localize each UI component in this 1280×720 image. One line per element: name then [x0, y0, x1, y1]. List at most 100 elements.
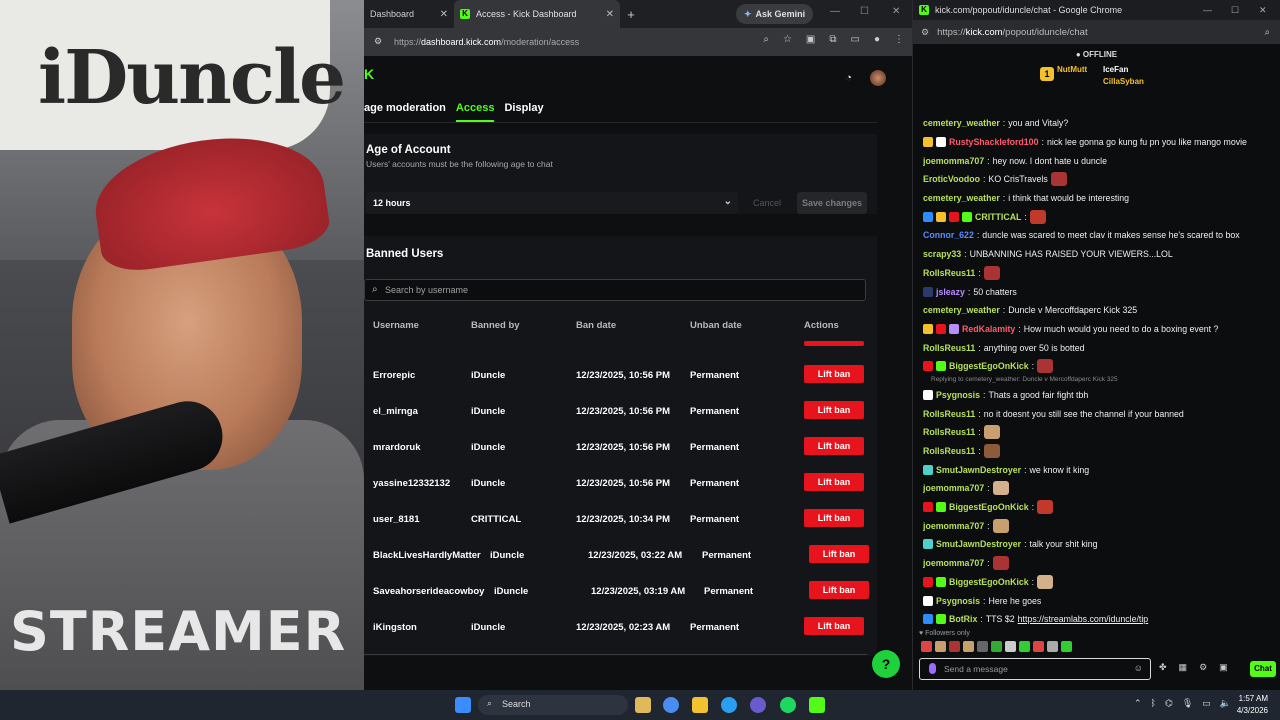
calendar-icon[interactable]: ▦ [1179, 662, 1188, 673]
microphone-icon[interactable]: 🎙 [1182, 698, 1193, 709]
emote-icon[interactable] [991, 641, 1002, 652]
image-icon[interactable]: ▣ [1219, 662, 1228, 673]
banned-user-search-input[interactable]: ⌕ Search by username [364, 279, 866, 301]
lift-ban-button[interactable]: Lift ban [804, 617, 864, 635]
puzzle-icon[interactable]: ⧉ [829, 34, 836, 45]
chat-username[interactable]: joemomma707 [923, 482, 984, 494]
chat-username[interactable]: Psygnosis [936, 389, 980, 401]
lift-ban-button[interactable]: Lift ban [804, 473, 864, 491]
chat-username[interactable]: RollsReus11 [923, 342, 975, 354]
menu-icon[interactable]: ⋮ [894, 34, 904, 45]
emote-icon[interactable] [1019, 641, 1030, 652]
third-gifter-name[interactable]: CillaSyban [1103, 77, 1144, 86]
chat-username[interactable]: joemomma707 [923, 155, 984, 167]
chat-username[interactable]: RollsReus11 [923, 426, 975, 438]
chat-username[interactable]: CRITTICAL [975, 211, 1021, 223]
chat-link[interactable]: https://streamlabs.com/iduncle/tip [1018, 613, 1149, 625]
profile-icon[interactable]: ● [874, 34, 880, 45]
ask-gemini-button[interactable]: ✦ Ask Gemini [736, 4, 814, 24]
chat-username[interactable]: BiggestEgoOnKick [949, 576, 1029, 588]
windows-start-icon[interactable] [455, 697, 471, 713]
help-chat-button[interactable]: ? [872, 650, 900, 678]
emote-icon[interactable] [1033, 641, 1044, 652]
chat-address-bar[interactable]: ⚙ https://kick.com/popout/iduncle/chat ⌕ [913, 20, 1280, 44]
emote-icon[interactable] [1005, 641, 1016, 652]
chat-username[interactable]: jsleazy [936, 286, 965, 298]
chat-url-text[interactable]: https://kick.com/popout/iduncle/chat [937, 27, 1088, 38]
lift-ban-button[interactable]: Lift ban [809, 545, 869, 563]
emote-icon[interactable] [1047, 641, 1058, 652]
lift-ban-button[interactable]: Lift ban [804, 365, 864, 383]
send-chat-button[interactable]: Chat [1250, 661, 1276, 677]
avatar[interactable] [870, 70, 886, 86]
close-window-icon[interactable]: ✕ [1259, 5, 1267, 16]
kick-app-icon[interactable] [809, 697, 825, 713]
chat-username[interactable]: SmutJawnDestroyer [936, 464, 1021, 476]
minimize-icon[interactable]: — [830, 6, 840, 17]
chevron-up-icon[interactable]: ⌃ [1134, 698, 1142, 709]
close-icon[interactable]: ✕ [606, 9, 614, 20]
maximize-icon[interactable]: ☐ [1231, 5, 1239, 16]
chat-username[interactable]: cemetery_weather [923, 117, 1000, 129]
chat-username[interactable]: EroticVoodoo [923, 173, 980, 185]
copilot-icon[interactable] [635, 697, 651, 713]
chat-username[interactable]: cemetery_weather [923, 304, 1000, 316]
tab-message-moderation[interactable]: age moderation [364, 102, 446, 122]
emote-icon[interactable] [921, 641, 932, 652]
top-gifter-name[interactable]: NutMutt [1057, 65, 1087, 74]
volume-icon[interactable]: 🔈 [1220, 698, 1231, 709]
chat-username[interactable]: RollsReus11 [923, 408, 975, 420]
close-icon[interactable]: ✕ [440, 9, 448, 20]
edge-icon[interactable] [721, 697, 737, 713]
chat-username[interactable]: RollsReus11 [923, 267, 975, 279]
bluetooth-icon[interactable]: ᛒ [1151, 698, 1156, 709]
chat-username[interactable]: RustyShackleford100 [949, 136, 1038, 148]
chat-username[interactable]: cemetery_weather [923, 192, 1000, 204]
emote-icon[interactable] [935, 641, 946, 652]
save-changes-button[interactable]: Save changes [797, 192, 867, 214]
taskbar-search[interactable]: ⌕ Search [478, 695, 628, 715]
site-info-icon[interactable]: ⚙ [374, 36, 382, 47]
chat-username[interactable]: BiggestEgoOnKick [949, 501, 1029, 513]
tab-display[interactable]: Display [504, 102, 543, 122]
chat-username[interactable]: BiggestEgoOnKick [949, 360, 1029, 372]
bookmark-star-icon[interactable]: ☆ [783, 34, 792, 45]
chat-username[interactable]: Connor_622 [923, 229, 974, 241]
cancel-button[interactable]: Cancel [748, 192, 786, 214]
url-text[interactable]: https://dashboard.kick.com/moderation/ac… [394, 37, 579, 47]
discord-icon[interactable] [750, 697, 766, 713]
chat-username[interactable]: RollsReus11 [923, 445, 975, 457]
maximize-icon[interactable]: ☐ [860, 6, 869, 17]
site-info-icon[interactable]: ⚙ [921, 27, 929, 38]
chat-username[interactable]: RedKalamity [962, 323, 1015, 335]
lift-ban-button[interactable]: Lift ban [804, 509, 864, 527]
zoom-icon[interactable]: ⌕ [763, 34, 769, 45]
lift-ban-button[interactable]: Lift ban [809, 581, 869, 599]
chrome-icon[interactable] [663, 697, 679, 713]
tab-dashboard[interactable]: Dashboard ✕ [364, 0, 454, 28]
emoji-icon[interactable]: ☺ [1134, 663, 1143, 673]
spotify-icon[interactable] [780, 697, 796, 713]
settings-icon[interactable]: ⚙ [1199, 662, 1207, 673]
kick-logo-icon[interactable]: K [364, 66, 374, 82]
chat-username[interactable]: joemomma707 [923, 520, 984, 532]
notification-icon[interactable]: ◔ [845, 72, 852, 84]
close-window-icon[interactable]: ✕ [892, 6, 900, 17]
lift-ban-button[interactable]: Lift ban [804, 401, 864, 419]
chat-username[interactable]: joemomma707 [923, 557, 984, 569]
account-age-select[interactable]: 12 hours ⌄ [366, 192, 738, 214]
chat-username[interactable]: BotRix [949, 613, 977, 625]
new-tab-button[interactable]: + [620, 7, 642, 22]
address-bar[interactable]: ⚙ https://dashboard.kick.com/moderation/… [364, 28, 912, 56]
file-explorer-icon[interactable] [692, 697, 708, 713]
network-icon[interactable]: ⌬ [1165, 698, 1173, 709]
cast-icon[interactable]: ▭ [851, 34, 860, 45]
emote-icon[interactable] [977, 641, 988, 652]
lift-ban-button-partial[interactable] [804, 341, 864, 346]
emote-icon[interactable] [1061, 641, 1072, 652]
send-message-input[interactable]: Send a message ☺ [919, 658, 1151, 680]
emote-icon[interactable] [949, 641, 960, 652]
microphone-icon[interactable] [929, 663, 936, 674]
chat-username[interactable]: scrapy33 [923, 248, 961, 260]
table-scrollbar[interactable] [364, 654, 867, 655]
